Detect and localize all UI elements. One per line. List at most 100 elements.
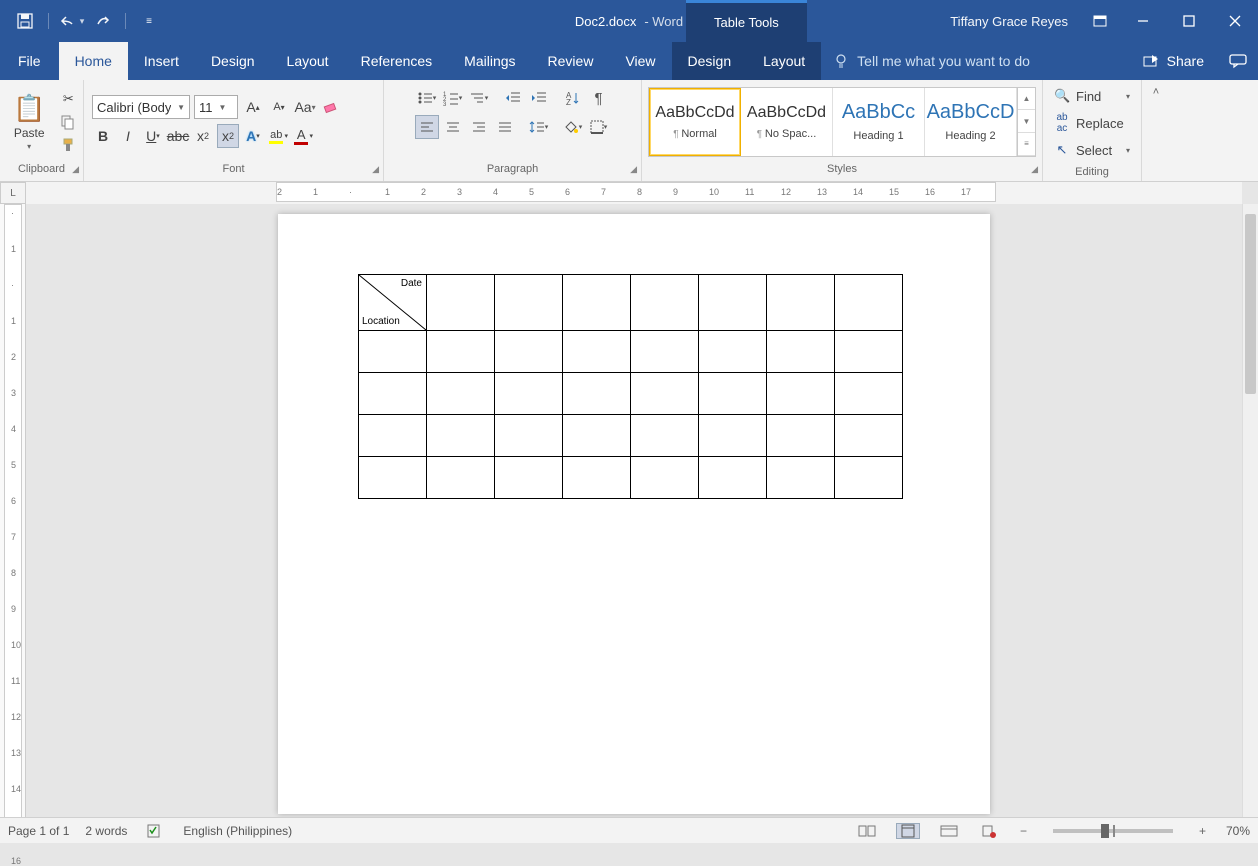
maximize-button[interactable] — [1166, 0, 1212, 42]
bold-button[interactable]: B — [92, 124, 114, 148]
font-name-combo[interactable]: Calibri (Body)▼ — [92, 95, 190, 119]
share-button[interactable]: Share — [1129, 42, 1218, 80]
collapse-ribbon-button[interactable]: ˄ — [1142, 80, 1170, 181]
shading-button[interactable]: ▾ — [561, 115, 585, 139]
tab-design[interactable]: Design — [195, 42, 271, 80]
style-heading-2[interactable]: AaBbCcDHeading 2 — [925, 88, 1017, 156]
table-cell[interactable] — [835, 275, 903, 331]
paste-button[interactable]: 📋 Paste ▾ — [6, 90, 52, 154]
table-cell[interactable] — [563, 275, 631, 331]
table-cell[interactable] — [767, 275, 835, 331]
context-tab-layout[interactable]: Layout — [747, 42, 821, 80]
table-cell[interactable] — [835, 331, 903, 373]
select-button[interactable]: ↖Select▾ — [1047, 138, 1137, 162]
tab-insert[interactable]: Insert — [128, 42, 195, 80]
tab-layout[interactable]: Layout — [271, 42, 345, 80]
tab-view[interactable]: View — [609, 42, 671, 80]
table-cell[interactable] — [767, 415, 835, 457]
ribbon-display-options-icon[interactable] — [1080, 0, 1120, 42]
numbering-button[interactable]: 123▾ — [441, 86, 465, 110]
spellcheck-icon[interactable] — [143, 824, 167, 838]
table-cell[interactable] — [563, 415, 631, 457]
table-cell[interactable] — [835, 373, 903, 415]
cut-button[interactable]: ✂ — [56, 88, 80, 110]
font-launcher-icon[interactable]: ◢ — [372, 164, 379, 175]
font-size-combo[interactable]: 11▼ — [194, 95, 238, 119]
bullets-button[interactable]: ▾ — [415, 86, 439, 110]
decrease-indent-button[interactable] — [501, 86, 525, 110]
language-indicator[interactable]: English (Philippines) — [183, 824, 292, 838]
table-cell[interactable] — [359, 331, 427, 373]
print-layout-button[interactable] — [896, 823, 920, 839]
underline-button[interactable]: U▾ — [142, 124, 164, 148]
table-cell[interactable] — [495, 275, 563, 331]
redo-icon[interactable] — [91, 10, 113, 32]
vertical-scrollbar[interactable] — [1242, 204, 1258, 817]
shrink-font-button[interactable]: A▾ — [268, 95, 290, 119]
font-color-button[interactable]: A▾ — [292, 124, 314, 148]
undo-icon[interactable]: ▾ — [61, 10, 83, 32]
table-cell[interactable]: DateLocation — [359, 275, 427, 331]
table-cell[interactable] — [427, 275, 495, 331]
replace-button[interactable]: abacReplace — [1047, 108, 1137, 138]
chevron-down-icon[interactable]: ▼ — [219, 103, 227, 112]
table-cell[interactable] — [631, 415, 699, 457]
zoom-level[interactable]: 70% — [1226, 824, 1250, 838]
paragraph-launcher-icon[interactable]: ◢ — [630, 164, 637, 175]
style-no-spac-[interactable]: AaBbCcDdNo Spac... — [741, 88, 833, 156]
superscript-button[interactable]: x2 — [217, 124, 239, 148]
italic-button[interactable]: I — [117, 124, 139, 148]
read-mode-button[interactable] — [854, 824, 880, 838]
page-indicator[interactable]: Page 1 of 1 — [8, 824, 69, 838]
justify-button[interactable] — [493, 115, 517, 139]
close-button[interactable] — [1212, 0, 1258, 42]
table-cell[interactable] — [495, 331, 563, 373]
table-cell[interactable] — [835, 415, 903, 457]
align-right-button[interactable] — [467, 115, 491, 139]
table-cell[interactable] — [563, 457, 631, 499]
table-cell[interactable] — [563, 373, 631, 415]
styles-launcher-icon[interactable]: ◢ — [1031, 164, 1038, 175]
format-painter-button[interactable] — [56, 134, 80, 156]
page[interactable]: DateLocation — [278, 214, 990, 814]
web-layout-button[interactable] — [936, 824, 962, 838]
tell-me-box[interactable]: Tell me what you want to do — [821, 42, 1128, 80]
multilevel-list-button[interactable]: ▾ — [467, 86, 491, 110]
borders-button[interactable]: ▾ — [587, 115, 611, 139]
table-cell[interactable] — [631, 457, 699, 499]
table-cell[interactable] — [495, 457, 563, 499]
table-cell[interactable] — [631, 331, 699, 373]
scrollbar-thumb[interactable] — [1245, 214, 1256, 394]
table-cell[interactable] — [495, 415, 563, 457]
vertical-ruler[interactable]: ·1·12345678910111213141516 — [0, 204, 26, 817]
chevron-down-icon[interactable]: ▼ — [177, 103, 185, 112]
text-effects-button[interactable]: A▾ — [242, 124, 264, 148]
change-case-button[interactable]: Aa▾ — [294, 95, 316, 119]
increase-indent-button[interactable] — [527, 86, 551, 110]
table-cell[interactable] — [427, 457, 495, 499]
table-cell[interactable] — [359, 415, 427, 457]
tab-file[interactable]: File — [0, 42, 59, 80]
table-cell[interactable] — [835, 457, 903, 499]
grow-font-button[interactable]: A▴ — [242, 95, 264, 119]
word-count[interactable]: 2 words — [85, 824, 127, 838]
user-name[interactable]: Tiffany Grace Reyes — [950, 14, 1068, 29]
table-cell[interactable] — [563, 331, 631, 373]
clear-formatting-button[interactable] — [320, 95, 342, 119]
table-cell[interactable] — [767, 373, 835, 415]
table-cell[interactable] — [631, 373, 699, 415]
clipboard-launcher-icon[interactable]: ◢ — [72, 164, 79, 175]
table-cell[interactable] — [359, 373, 427, 415]
highlight-color-button[interactable]: ab▾ — [267, 124, 289, 148]
zoom-in-button[interactable]: + — [1195, 824, 1210, 838]
strikethrough-button[interactable]: abc — [167, 124, 189, 148]
save-icon[interactable] — [14, 10, 36, 32]
tab-home[interactable]: Home — [59, 42, 128, 80]
find-button[interactable]: 🔍Find▾ — [1047, 84, 1137, 108]
style-heading-1[interactable]: AaBbCcHeading 1 — [833, 88, 925, 156]
tab-selector[interactable]: L — [0, 182, 26, 204]
context-tab-design[interactable]: Design — [672, 42, 748, 80]
gallery-more[interactable]: ≡ — [1018, 133, 1035, 156]
table-cell[interactable] — [631, 275, 699, 331]
style-normal[interactable]: AaBbCcDdNormal — [649, 88, 741, 156]
